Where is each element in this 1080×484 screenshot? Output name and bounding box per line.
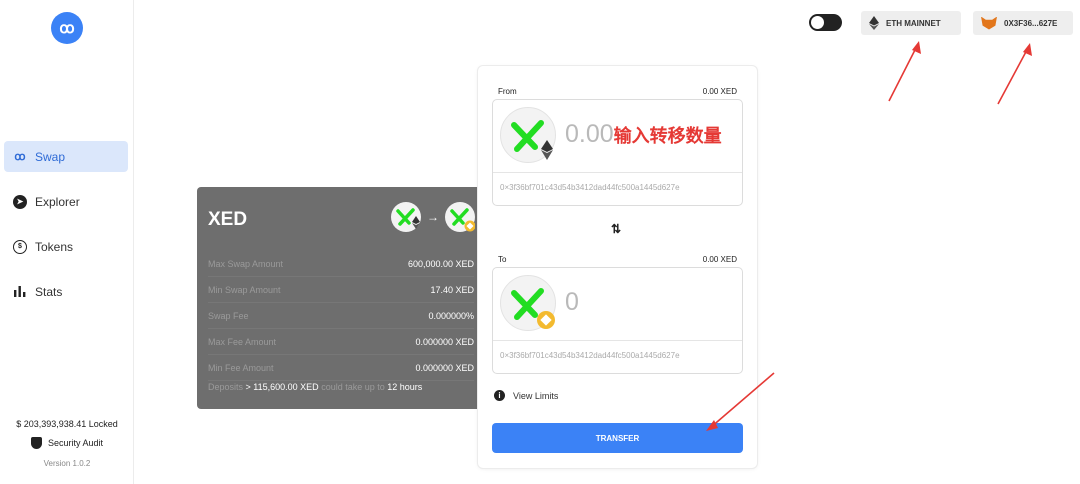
- arrow-to-network: [888, 45, 918, 102]
- arrow-to-wallet: [997, 47, 1029, 105]
- arrow-to-transfer: [709, 372, 775, 429]
- annotation-arrows: [706, 41, 1032, 431]
